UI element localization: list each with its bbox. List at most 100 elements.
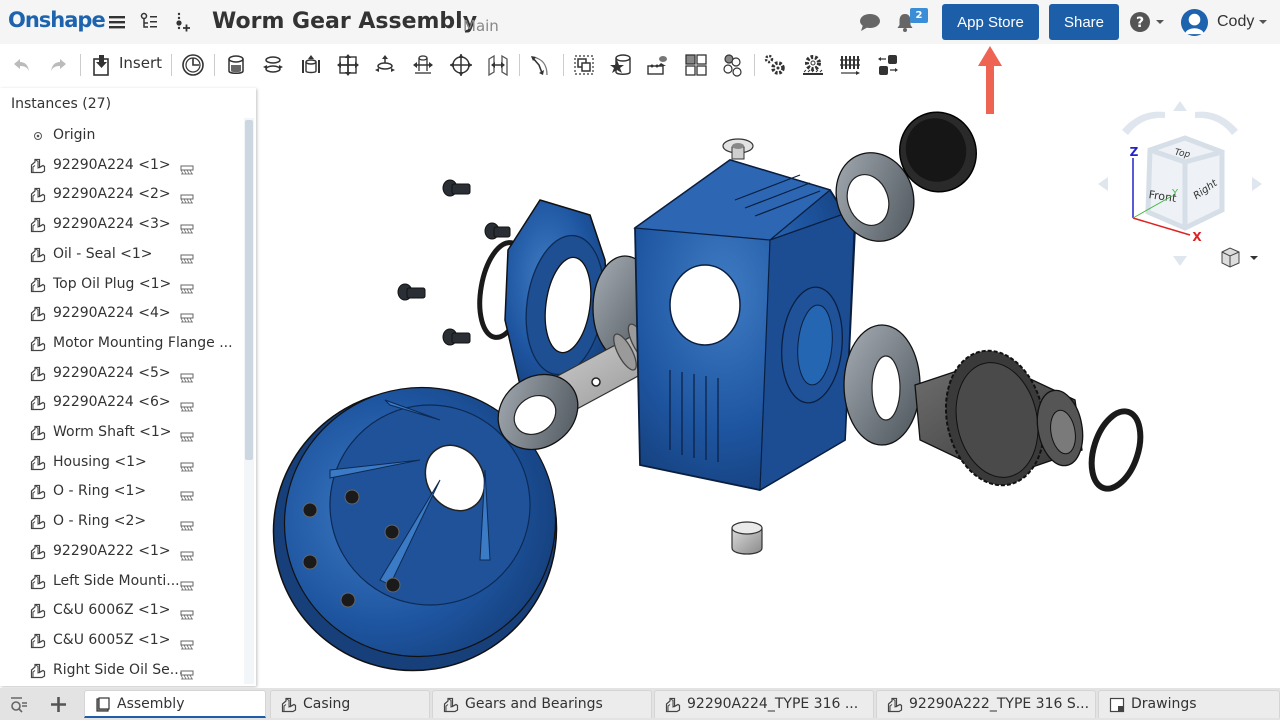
instance-list-item[interactable]: 92290A224 <5>	[0, 359, 240, 389]
part-icon	[30, 217, 46, 233]
linear-relation-icon[interactable]	[876, 53, 900, 77]
gear-relation-icon[interactable]	[763, 53, 787, 77]
ball-mate-icon[interactable]	[449, 53, 473, 77]
part-icon	[30, 187, 46, 203]
screw-relation-icon[interactable]	[838, 53, 862, 77]
add-tab-icon[interactable]	[50, 696, 67, 713]
tab-drawings[interactable]: Drawings	[1098, 690, 1280, 718]
share-button[interactable]: Share	[1049, 4, 1119, 40]
instance-label: 92290A222 <1>	[53, 542, 171, 559]
instance-list-item[interactable]: C&U 6005Z <1>	[0, 626, 240, 656]
part-icon	[30, 366, 46, 382]
relations-icon[interactable]	[721, 53, 745, 77]
x-axis-label: X	[1192, 230, 1202, 244]
tab-casing[interactable]: Casing	[270, 690, 430, 718]
redo-icon[interactable]	[48, 55, 68, 75]
instances-scrollbar-thumb[interactable]	[245, 120, 253, 460]
part-icon	[30, 663, 46, 679]
fastened-mate-icon[interactable]	[224, 53, 248, 77]
mate-connector-icon[interactable]	[646, 53, 670, 77]
instance-list-item[interactable]: Motor Mounting Flange ...	[0, 329, 240, 359]
bottom-oil-plug[interactable]	[731, 521, 763, 555]
instance-list-item[interactable]: 92290A224 <4>	[0, 299, 240, 329]
rotate-right-arrow-icon	[1252, 177, 1262, 191]
parallel-mate-icon[interactable]	[486, 53, 510, 77]
tab-92290a224-type-316[interactable]: 92290A224_TYPE 316 ...	[654, 690, 874, 718]
part-icon	[30, 306, 46, 322]
instance-list-item[interactable]: Left Side Mounti...	[0, 567, 240, 597]
instance-list-item[interactable]: Origin	[0, 121, 240, 151]
slider-mate-icon[interactable]	[299, 53, 323, 77]
instance-list-item[interactable]: 92290A224 <2>	[0, 180, 240, 210]
part-icon	[30, 395, 46, 411]
part-icon	[30, 277, 46, 293]
tab-gears-and-bearings[interactable]: Gears and Bearings	[432, 690, 652, 718]
instance-label: Right Side Oil Se...	[53, 661, 184, 678]
view-options-dropdown[interactable]	[1221, 247, 1258, 268]
instance-list-item[interactable]: Right Side Oil Se...	[0, 656, 240, 686]
instance-list-item[interactable]: O - Ring <2>	[0, 507, 240, 537]
group-icon[interactable]	[572, 53, 596, 77]
instance-label: 92290A224 <2>	[53, 186, 171, 203]
hamburger-menu-icon[interactable]	[107, 12, 127, 32]
instance-list-item[interactable]: Worm Shaft <1>	[0, 418, 240, 448]
onshape-logo[interactable]: Onshape	[8, 8, 106, 32]
help-chevron-down-icon[interactable]	[1155, 18, 1165, 26]
instance-list-item[interactable]: O - Ring <1>	[0, 477, 240, 507]
instance-label: Worm Shaft <1>	[53, 424, 172, 440]
tab-92290a222-type-316-s[interactable]: 92290A222_TYPE 316 S...	[876, 690, 1096, 718]
undo-icon[interactable]	[12, 55, 32, 75]
view-options-chevron-down-icon	[1250, 256, 1258, 260]
pin-slot-mate-icon[interactable]	[411, 53, 435, 77]
insert-label[interactable]: Insert	[119, 54, 162, 72]
history-icon[interactable]	[181, 53, 205, 77]
worm-gear[interactable]	[914, 342, 1088, 495]
rotate-up-arrow-icon	[1173, 101, 1187, 111]
instance-list-item[interactable]: Oil - Seal <1>	[0, 240, 240, 270]
housing[interactable]	[633, 159, 856, 492]
top-oil-plug[interactable]	[722, 138, 754, 160]
instance-list-item[interactable]: C&U 6006Z <1>	[0, 596, 240, 626]
rack-pinion-icon[interactable]	[801, 53, 825, 77]
user-chevron-down-icon[interactable]	[1258, 18, 1268, 26]
help-icon[interactable]: ?	[1130, 12, 1150, 32]
view-cube[interactable]: Top Front Right Z X Y	[1095, 100, 1265, 275]
instance-label: Oil - Seal <1>	[53, 245, 153, 262]
instance-list-item[interactable]: Top Oil Plug <1>	[0, 270, 240, 300]
instance-list-item[interactable]: 92290A224 <1>	[0, 151, 240, 181]
tangent-mate-icon[interactable]	[529, 53, 553, 77]
instance-list-item[interactable]: 92290A224 <6>	[0, 388, 240, 418]
user-name[interactable]: Cody	[1217, 13, 1254, 31]
document-title[interactable]: Worm Gear Assembly	[212, 9, 477, 34]
comments-icon[interactable]	[859, 12, 881, 32]
insert-icon[interactable]	[92, 54, 112, 76]
instance-list-item[interactable]: 92290A222 <1>	[0, 537, 240, 567]
bearing-lower-right[interactable]	[843, 324, 921, 446]
o-ring-right[interactable]	[1083, 405, 1150, 495]
tab-manager-icon[interactable]	[10, 696, 28, 714]
instances-panel: Instances (27) Origin 92290A224 <1> 92290A…	[0, 88, 256, 686]
view-cube-body[interactable]: Top Front Right	[1145, 135, 1225, 231]
roll-left-arrow-icon	[1122, 111, 1165, 135]
pattern-icon[interactable]	[684, 53, 708, 77]
mate-status-icon	[180, 309, 194, 323]
mate-status-icon	[180, 220, 194, 234]
part-icon	[30, 633, 46, 649]
cylindrical-mate-icon[interactable]	[373, 53, 397, 77]
screws[interactable]	[397, 179, 511, 346]
planar-mate-icon[interactable]	[336, 53, 360, 77]
instances-title: Instances (27)	[11, 96, 112, 112]
tab-assembly[interactable]: Assembly	[84, 690, 266, 718]
insert-feature-icon[interactable]	[172, 12, 192, 32]
revolute-mate-icon[interactable]	[261, 53, 285, 77]
instance-list-item[interactable]: 92290A224 <3>	[0, 210, 240, 240]
replicate-icon[interactable]	[609, 53, 633, 77]
branch-label[interactable]: Main	[463, 17, 499, 35]
app-store-button[interactable]: App Store	[942, 4, 1039, 40]
mate-status-icon	[180, 606, 194, 620]
mate-status-icon	[180, 190, 194, 204]
instance-list-item[interactable]: Housing <1>	[0, 448, 240, 478]
mate-status-icon	[180, 547, 194, 561]
user-avatar-icon[interactable]	[1180, 8, 1209, 37]
feature-list-icon[interactable]	[139, 12, 159, 32]
